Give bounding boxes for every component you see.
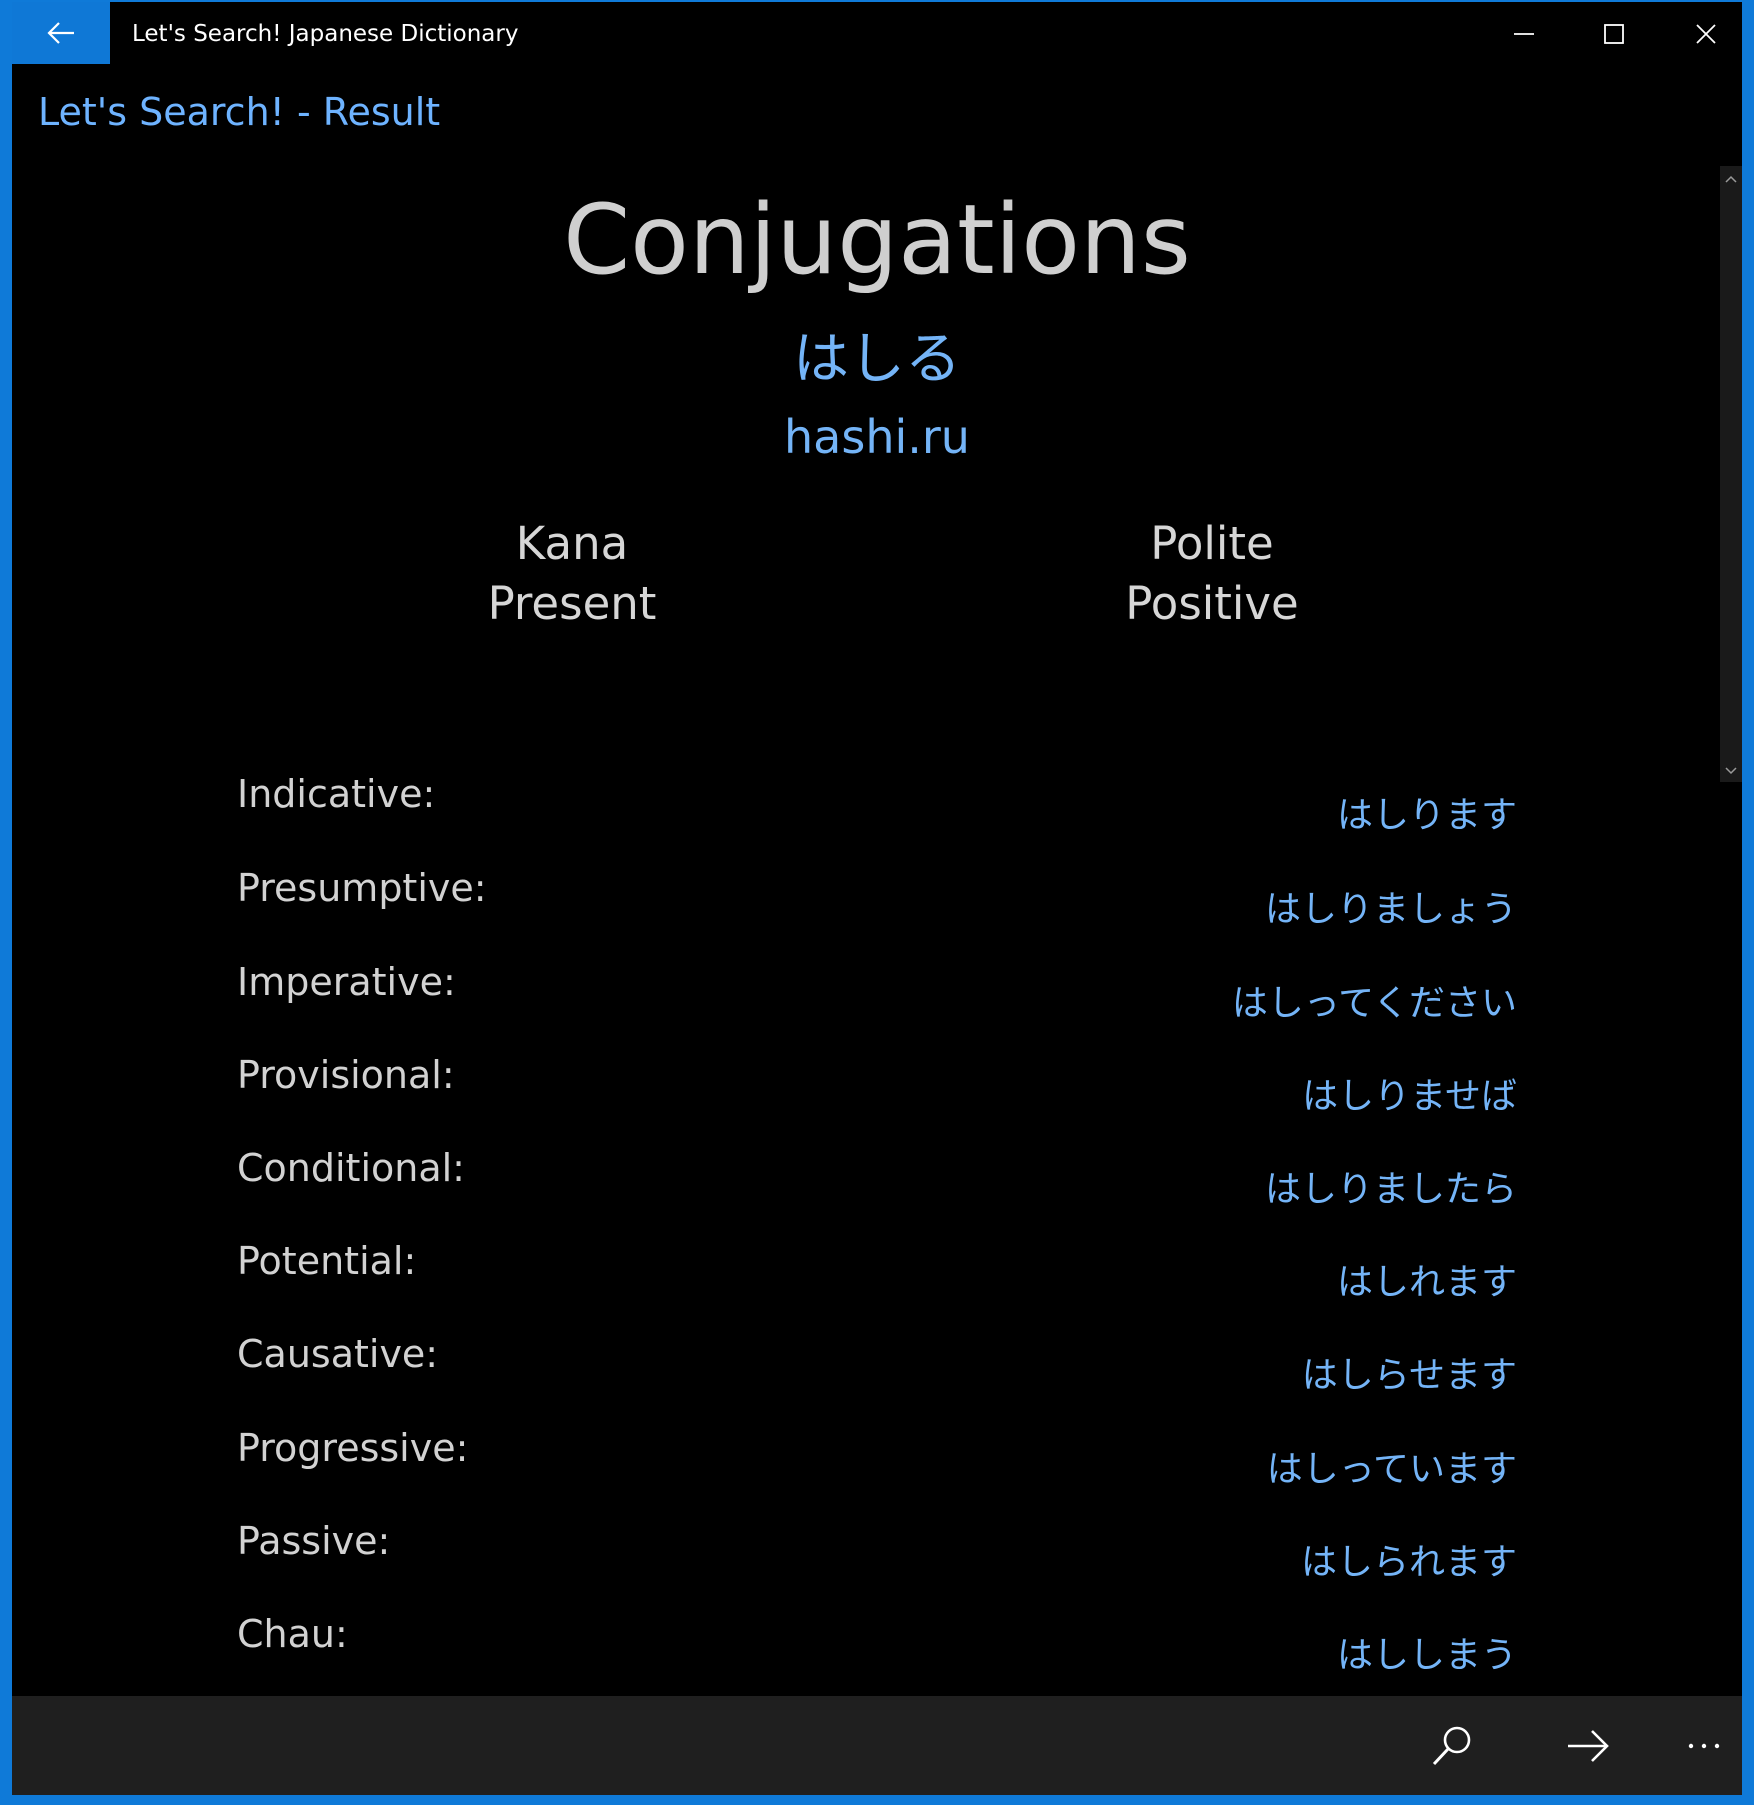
forward-arrow-icon	[1568, 1729, 1609, 1762]
conjugation-content: Conjugations はしる hashi.ru Kana Present P…	[12, 152, 1712, 1692]
scroll-up-button[interactable]	[1720, 168, 1742, 190]
conjugation-row: Conditional: はしりましたら	[12, 1146, 1742, 1240]
close-button[interactable]	[1660, 2, 1742, 66]
more-button[interactable]	[1654, 1696, 1742, 1795]
maximize-button[interactable]	[1568, 2, 1660, 66]
column-header-line: Polite	[1150, 517, 1274, 570]
more-icon	[1688, 1743, 1720, 1748]
conjugation-label: Potential:	[237, 1239, 417, 1283]
vertical-scrollbar[interactable]	[1720, 166, 1742, 782]
conjugation-value: はしってください	[1231, 983, 1517, 1024]
chevron-down-icon	[1725, 767, 1737, 775]
command-bar	[12, 1696, 1742, 1795]
scroll-down-button[interactable]	[1720, 760, 1742, 782]
maximize-icon	[1604, 24, 1624, 44]
page-title: Let's Search! - Result	[38, 90, 441, 134]
conjugation-label: Indicative:	[237, 772, 436, 816]
minimize-icon	[1514, 33, 1534, 35]
word-kana: はしる	[793, 327, 961, 392]
window-title: Let's Search! Japanese Dictionary	[132, 21, 519, 47]
conjugation-label: Provisional:	[237, 1053, 455, 1097]
conjugation-value: はしれます	[1336, 1262, 1517, 1303]
conjugation-label: Presumptive:	[237, 866, 487, 910]
conjugation-value: はしりましょう	[1264, 889, 1517, 930]
conjugation-label: Causative:	[237, 1332, 439, 1376]
conjugation-value: はしっています	[1266, 1449, 1517, 1490]
title-bar: Let's Search! Japanese Dictionary	[12, 2, 1742, 66]
conjugation-row: Indicative: はしります	[12, 772, 1742, 866]
column-header-line: Present	[487, 577, 657, 630]
conjugation-row: Provisional: はしりませば	[12, 1053, 1742, 1147]
conjugation-value: はしりませば	[1302, 1076, 1517, 1117]
word-romaji: hashi.ru	[784, 410, 970, 464]
search-icon	[1432, 1726, 1471, 1765]
conjugation-value: はししまう	[1336, 1635, 1517, 1676]
conjugation-value: はしります	[1336, 795, 1517, 836]
conjugation-row: Chau: はししまう	[12, 1612, 1742, 1706]
column-header-left: Kana Present	[372, 514, 772, 634]
conjugation-label: Passive:	[237, 1519, 391, 1563]
conjugation-row: Presumptive: はしりましょう	[12, 866, 1742, 960]
section-heading: Conjugations	[563, 184, 1191, 296]
conjugation-value: はしりましたら	[1264, 1169, 1517, 1210]
conjugation-label: Imperative:	[237, 960, 456, 1004]
back-button[interactable]	[12, 2, 110, 64]
back-arrow-icon	[47, 22, 74, 44]
conjugation-value: はしられます	[1300, 1542, 1517, 1583]
conjugation-label: Chau:	[237, 1612, 348, 1656]
minimize-button[interactable]	[1478, 2, 1570, 66]
conjugation-row: Potential: はしれます	[12, 1239, 1742, 1333]
column-header-line: Positive	[1125, 577, 1299, 630]
conjugation-row: Causative: はしらせます	[12, 1332, 1742, 1426]
conjugation-row: Progressive: はしっています	[12, 1426, 1742, 1520]
search-button[interactable]	[1402, 1696, 1502, 1795]
conjugation-label: Conditional:	[237, 1146, 465, 1190]
column-header-right: Polite Positive	[1012, 514, 1412, 634]
chevron-up-icon	[1725, 175, 1737, 183]
close-icon	[1696, 24, 1716, 44]
app-window: Let's Search! Japanese Dictionary Let's …	[12, 2, 1742, 1795]
forward-button[interactable]	[1538, 1696, 1638, 1795]
conjugation-label: Progressive:	[237, 1426, 469, 1470]
column-header-line: Kana	[515, 517, 629, 570]
conjugation-value: はしらせます	[1301, 1355, 1517, 1396]
conjugation-row: Imperative: はしってください	[12, 960, 1742, 1054]
conjugation-row: Passive: はしられます	[12, 1519, 1742, 1613]
